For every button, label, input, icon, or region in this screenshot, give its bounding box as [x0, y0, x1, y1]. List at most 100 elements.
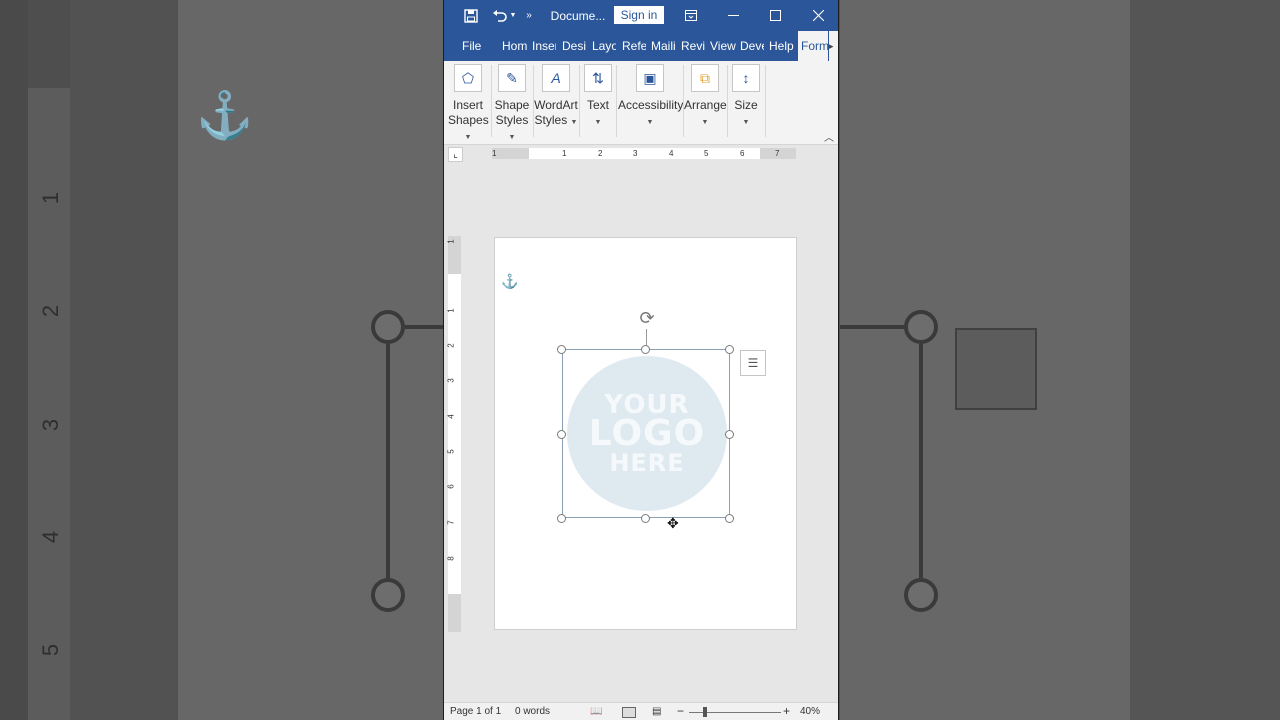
tab-references[interactable]: Refe [622, 31, 646, 61]
horizontal-ruler-bar[interactable]: 1 1 2 3 4 5 6 7 [492, 148, 796, 159]
ruler-number: 3 [446, 378, 456, 383]
ribbon-display-options-icon[interactable] [680, 0, 702, 31]
ruler-number: 1 [446, 308, 456, 313]
text-button[interactable]: ⇅ Text ▼ [582, 61, 614, 141]
background-ruler-number: 4 [38, 530, 63, 544]
tab-view[interactable]: View [710, 31, 736, 61]
ribbon-separator [616, 65, 617, 137]
dropdown-caret-icon: ▼ [570, 119, 578, 126]
zoom-out-button[interactable]: − [677, 704, 684, 718]
sign-in-button[interactable]: Sign in [614, 6, 664, 24]
tab-format[interactable]: Form [798, 31, 828, 61]
status-bar: Page 1 of 1 0 words 📖 ▤ − + 40% [444, 702, 838, 720]
ruler-number: 2 [446, 343, 456, 348]
insert-shapes-button[interactable]: ⬠ Insert Shapes ▼ [448, 61, 489, 141]
resize-handle-top-right[interactable] [725, 345, 734, 354]
dropdown-caret-icon: ▼ [742, 119, 750, 126]
wordart-styles-icon: A [542, 64, 570, 92]
tabs-scroll-right-icon[interactable]: ▸ [829, 31, 838, 61]
save-icon[interactable] [460, 0, 482, 31]
resize-handle-top-left[interactable] [557, 345, 566, 354]
undo-icon[interactable] [488, 0, 510, 31]
vertical-ruler[interactable]: 1 1 2 3 4 5 6 7 8 [446, 236, 461, 632]
more-commands-icon[interactable]: » [522, 0, 536, 31]
shape-styles-button[interactable]: ✎ Shape Styles ▼ [492, 61, 532, 141]
ruler-number: 7 [446, 520, 456, 525]
resize-handle-bottom-right[interactable] [725, 514, 734, 523]
background-ruler-margin [28, 0, 70, 88]
shape-styles-label-line1: Shape [494, 98, 530, 112]
background-ruler-number: 2 [38, 304, 63, 318]
zoom-slider-thumb[interactable] [703, 707, 707, 717]
insert-shapes-label-line1: Insert [452, 98, 483, 112]
insert-shapes-icon: ⬠ [454, 64, 482, 92]
undo-dropdown-icon[interactable]: ▼ [508, 0, 518, 31]
size-label: Size [734, 98, 758, 112]
resize-handle-bottom-left[interactable] [557, 514, 566, 523]
resize-handle-top[interactable] [641, 345, 650, 354]
arrange-label: Arrange [684, 98, 727, 112]
ruler-number: 4 [669, 149, 674, 158]
tab-mailings[interactable]: Maili [651, 31, 676, 61]
ribbon-separator [727, 65, 728, 137]
size-button[interactable]: ↕ Size ▼ [729, 61, 763, 141]
collapse-ribbon-icon[interactable]: ︿ [824, 129, 834, 144]
background-handle [904, 310, 938, 344]
wordart-styles-label-line2: Styles [534, 113, 568, 127]
minimize-icon[interactable] [722, 0, 744, 31]
dropdown-caret-icon: ▼ [508, 134, 516, 141]
accessibility-button[interactable]: ▣ Accessibility ▼ [618, 61, 684, 141]
tab-file[interactable]: File [462, 31, 484, 61]
shape-styles-icon: ✎ [498, 64, 526, 92]
read-mode-icon[interactable]: 📖 [590, 706, 602, 717]
anchor-icon[interactable]: ⚓ [501, 273, 518, 290]
dropdown-caret-icon: ▼ [594, 119, 602, 126]
size-icon: ↕ [732, 64, 760, 92]
tab-selector[interactable]: ⌞ [448, 147, 463, 162]
arrange-button[interactable]: ⧉ Arrange ▼ [684, 61, 727, 141]
rotate-handle-icon[interactable]: ⟳ [636, 308, 658, 330]
tab-developer[interactable]: Deve [740, 31, 764, 61]
alt-text-icon: ▣ [636, 64, 664, 92]
ruler-number: 1 [492, 149, 497, 158]
tab-home[interactable]: Hom [502, 31, 527, 61]
word-count[interactable]: 0 words [515, 706, 550, 717]
background-anchor-icon: ⚓ [196, 89, 254, 141]
insert-shapes-label-line2: Shapes [448, 113, 489, 127]
arrange-icon: ⧉ [691, 64, 719, 92]
zoom-level[interactable]: 40% [800, 706, 820, 717]
background-handle [904, 578, 938, 612]
logo-picture[interactable]: YOUR LOGO HERE [562, 349, 730, 518]
text-icon: ⇅ [584, 64, 612, 92]
zoom-in-button[interactable]: + [783, 704, 790, 718]
background-ruler-number: 1 [38, 191, 63, 205]
tab-help[interactable]: Help [769, 31, 795, 61]
document-title: Docume... [550, 8, 606, 23]
resize-handle-left[interactable] [557, 430, 566, 439]
ruler-number: 4 [446, 414, 456, 419]
resize-handle-bottom[interactable] [641, 514, 650, 523]
background-selection-border [386, 344, 390, 578]
tab-review[interactable]: Revi [681, 31, 705, 61]
logo-placeholder-image: YOUR LOGO HERE [567, 356, 727, 511]
tab-layout[interactable]: Layo [592, 31, 616, 61]
background-ruler-number: 3 [38, 418, 63, 432]
ruler-number: 1 [446, 239, 456, 244]
resize-handle-right[interactable] [725, 430, 734, 439]
accessibility-label: Accessibility [618, 98, 684, 112]
background-right-margin [1130, 0, 1280, 720]
close-icon[interactable] [807, 0, 829, 31]
maximize-icon[interactable] [764, 0, 786, 31]
wordart-styles-label-line1: WordArt [534, 98, 578, 112]
title-bar: ▼ » Docume... Sign in [444, 0, 838, 31]
page-count[interactable]: Page 1 of 1 [450, 706, 501, 717]
ruler-number: 5 [446, 449, 456, 454]
print-layout-icon[interactable] [622, 707, 636, 718]
tab-design[interactable]: Desi [562, 31, 586, 61]
document-page[interactable]: ⚓ ⟳ YOUR LOGO HERE ☰ ✥ [494, 237, 797, 630]
wordart-styles-button[interactable]: A WordArt Styles ▼ [534, 61, 578, 141]
tab-insert[interactable]: Inser [532, 31, 556, 61]
web-layout-icon[interactable]: ▤ [652, 706, 661, 717]
background-selection-border [919, 344, 923, 578]
layout-options-icon[interactable]: ☰ [740, 350, 766, 376]
